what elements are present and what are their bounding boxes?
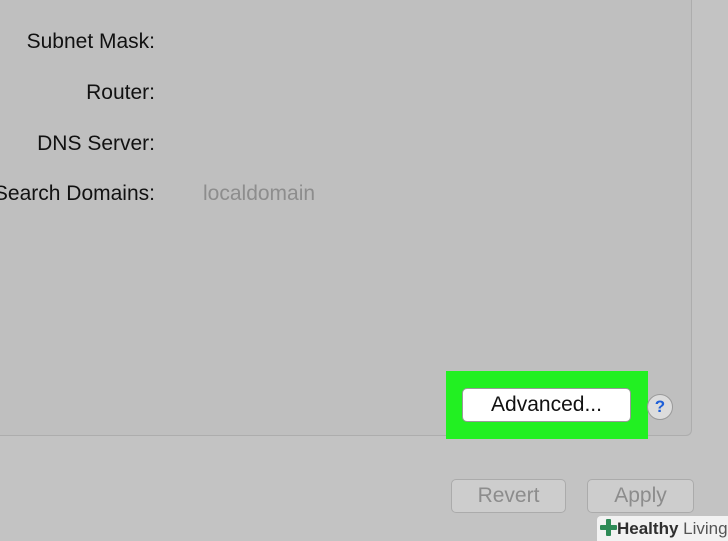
dns-server-label: DNS Server:	[37, 132, 155, 155]
watermark-brand-light: Living	[678, 519, 728, 538]
plus-icon	[600, 519, 617, 536]
question-mark-icon[interactable]: ?	[647, 394, 673, 420]
watermark-logo: Healthy Living	[597, 516, 728, 541]
advanced-button[interactable]: Advanced...	[462, 388, 631, 422]
subnet-mask-label: Subnet Mask:	[26, 30, 155, 53]
router-label: Router:	[86, 81, 155, 104]
search-domains-label: Search Domains:	[0, 182, 155, 205]
apply-button[interactable]: Apply	[587, 479, 694, 513]
revert-button[interactable]: Revert	[451, 479, 566, 513]
watermark-brand-bold: Healthy	[617, 519, 679, 538]
search-domains-value: localdomain	[203, 182, 316, 205]
